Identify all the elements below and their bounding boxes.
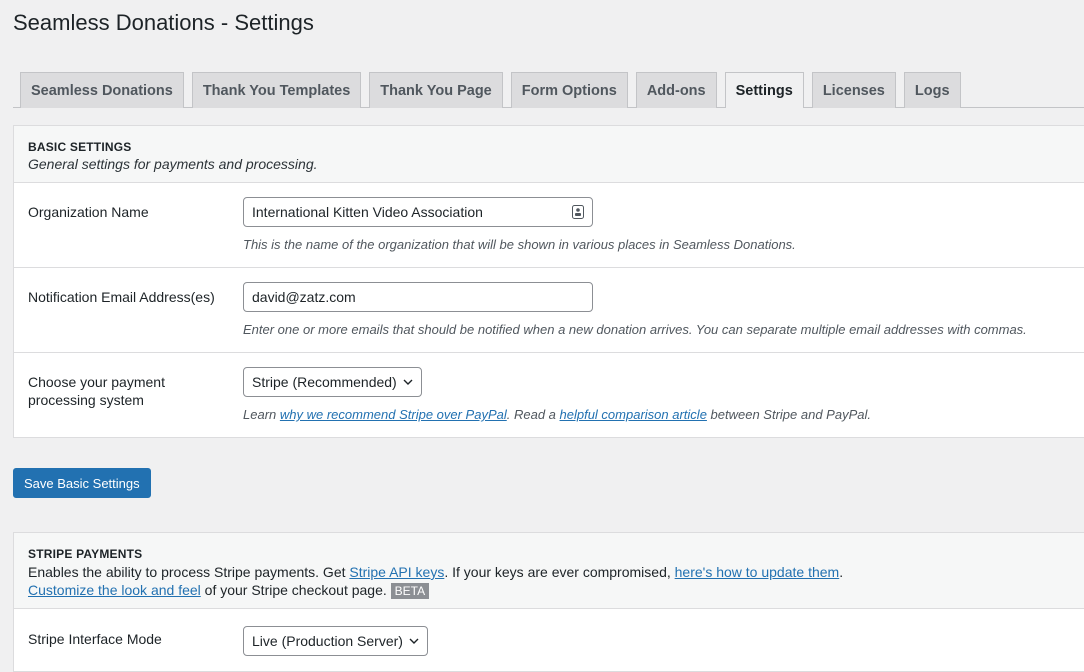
payment-row: Choose your payment processing system St… [14, 353, 1084, 437]
org-name-label: Organization Name [28, 204, 149, 220]
stripe-mode-selected: Live (Production Server) [252, 633, 403, 649]
stripe-mode-label: Stripe Interface Mode [28, 631, 162, 647]
chevron-down-icon [409, 638, 419, 644]
comparison-article-link[interactable]: helpful comparison article [560, 407, 707, 422]
tab-logs[interactable]: Logs [903, 72, 961, 108]
email-field[interactable]: david@zatz.com [243, 282, 593, 312]
page-title: Seamless Donations - Settings [13, 10, 314, 35]
basic-settings-description: General settings for payments and proces… [28, 156, 318, 172]
payment-hint-suffix: between Stripe and PayPal. [706, 407, 871, 422]
chevron-down-icon [403, 379, 413, 385]
customize-look-link[interactable]: Customize the look and feel [28, 582, 201, 598]
beta-badge: BETA [390, 583, 430, 599]
payment-label: Choose your payment processing system [28, 374, 165, 408]
update-keys-link[interactable]: here's how to update them [675, 564, 840, 580]
payment-selected: Stripe (Recommended) [252, 374, 397, 390]
tab-licenses[interactable]: Licenses [811, 72, 896, 108]
email-value: david@zatz.com [252, 289, 356, 305]
stripe-mode-row: Stripe Interface Mode Live (Production S… [14, 609, 1084, 671]
stripe-description: Enables the ability to process Stripe pa… [28, 563, 1078, 600]
autofill-contact-icon[interactable] [572, 205, 584, 219]
tab-add-ons[interactable]: Add-ons [635, 72, 717, 108]
tab-settings[interactable]: Settings [724, 72, 804, 108]
payment-select[interactable]: Stripe (Recommended) [243, 367, 422, 397]
org-name-input[interactable]: International Kitten Video Association [243, 197, 593, 227]
email-row: Notification Email Address(es) david@zat… [14, 268, 1084, 353]
org-name-hint: This is the name of the organization tha… [243, 237, 796, 252]
org-name-row: Organization Name International Kitten V… [14, 183, 1084, 268]
stripe-heading: STRIPE PAYMENTS [28, 547, 143, 561]
stripe-header: STRIPE PAYMENTS Enables the ability to p… [14, 533, 1084, 609]
basic-settings-card: BASIC SETTINGS General settings for paym… [13, 125, 1084, 438]
org-name-value: International Kitten Video Association [252, 204, 483, 220]
tab-thank-you-page[interactable]: Thank You Page [369, 72, 503, 108]
payment-hint-mid: . Read a [506, 407, 560, 422]
tab-thank-you-templates[interactable]: Thank You Templates [191, 72, 362, 108]
stripe-payments-card: STRIPE PAYMENTS Enables the ability to p… [13, 532, 1084, 672]
settings-tabs: Seamless Donations Thank You Templates T… [20, 72, 961, 108]
save-basic-settings-button[interactable]: Save Basic Settings [13, 468, 151, 498]
email-label: Notification Email Address(es) [28, 289, 215, 305]
stripe-desc-prefix: Enables the ability to process Stripe pa… [28, 564, 350, 580]
stripe-desc-tail: of your Stripe checkout page. [200, 582, 391, 598]
why-stripe-link[interactable]: why we recommend Stripe over PayPal [280, 407, 507, 422]
basic-settings-heading: BASIC SETTINGS [28, 140, 132, 154]
tab-form-options[interactable]: Form Options [510, 72, 628, 108]
stripe-desc-mid: . If your keys are ever compromised, [444, 564, 675, 580]
tab-seamless-donations[interactable]: Seamless Donations [20, 72, 184, 108]
stripe-api-keys-link[interactable]: Stripe API keys [349, 564, 444, 580]
payment-hint: Learn why we recommend Stripe over PayPa… [243, 407, 1078, 422]
payment-hint-prefix: Learn [243, 407, 280, 422]
basic-settings-header: BASIC SETTINGS General settings for paym… [14, 126, 1084, 183]
email-hint: Enter one or more emails that should be … [243, 322, 1027, 337]
stripe-mode-select[interactable]: Live (Production Server) [243, 626, 428, 656]
stripe-desc-end: . [839, 564, 844, 580]
